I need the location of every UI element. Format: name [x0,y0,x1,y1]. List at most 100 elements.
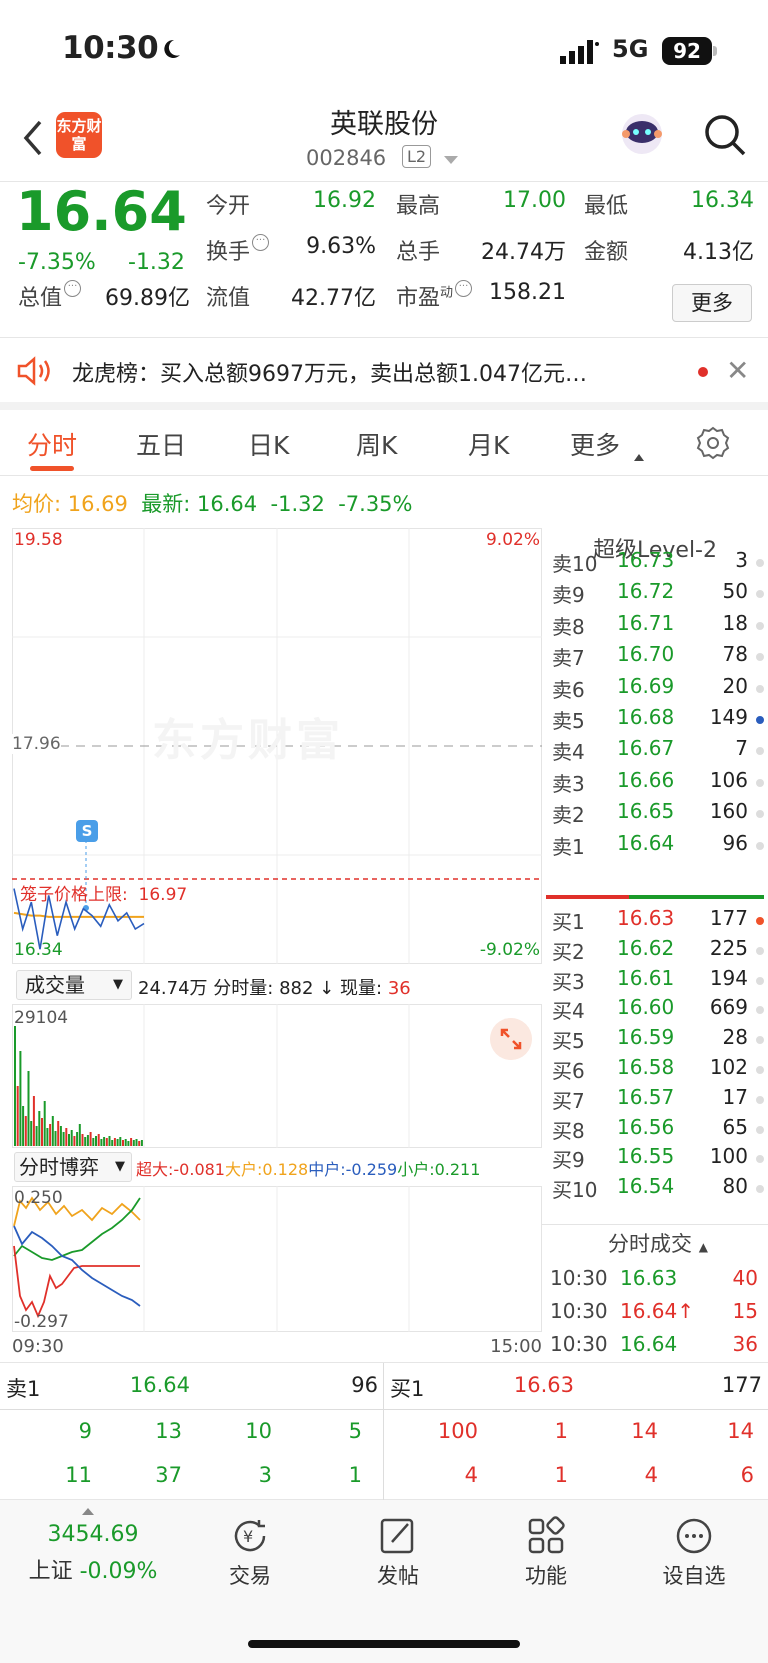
expand-icon[interactable] [490,1018,532,1060]
bid-row[interactable]: 买2 16.62 225 [542,936,768,967]
tab-trade[interactable]: ¥ 交易 [190,1516,310,1590]
bid-row[interactable]: 买7 16.57 17 [542,1085,768,1116]
volume-chart[interactable]: 29104 [12,1004,542,1148]
volume-bar [108,1136,111,1146]
ask-row[interactable]: 卖3 16.66 106 [542,768,768,799]
queue-bid-cell: 14 [631,1419,658,1443]
high-value: 17.00 [503,188,566,213]
intraday-chart[interactable]: 东方财富 19.58 9.02% 17.96 16.34 -9.02% 笼子价格… [12,528,542,964]
volume-bar [43,1101,46,1146]
grid-icon [528,1516,565,1554]
queue-bid-cell: 4 [464,1463,478,1487]
volume-bar [68,1134,70,1146]
ticks-title[interactable]: 分时成交 ▲ [608,1228,708,1258]
ask-row[interactable]: 卖6 16.69 20 [542,674,768,705]
order-queue: 卖1 16.64 96 买1 16.63 177 9 100 13 1 10 14 5 14 1… [0,1362,768,1501]
robot-assistant-icon[interactable] [618,110,666,158]
volume-max-label: 29104 [14,1008,69,1028]
battery-level: 92 [662,37,712,65]
bid-row[interactable]: 买1 16.63 177 [542,906,768,937]
info-icon[interactable]: ··· [455,280,473,297]
battery-cap [713,46,717,56]
tab-monthly-k[interactable]: 月K [468,426,509,462]
search-icon[interactable] [702,112,748,158]
bid-row[interactable]: 买10 16.54 80 [542,1174,768,1205]
low-value: 16.34 [691,188,754,213]
status-bar: 10:30 5G 92 [0,0,768,100]
notice-text[interactable]: 龙虎榜：买入总额9697万元，卖出总额1.047亿元… [72,356,587,388]
ask-row[interactable]: 卖4 16.67 7 [542,736,768,767]
queue-ask-cell: 1 [348,1463,362,1487]
bid-row[interactable]: 买3 16.61 194 [542,966,768,997]
bid-row[interactable]: 买6 16.58 102 [542,1055,768,1086]
ask-row[interactable]: 卖5 16.68 149 [542,705,768,736]
volume-bar [130,1138,133,1146]
volume-bar [111,1140,114,1146]
ask-row[interactable]: 卖1 16.64 96 [542,831,768,862]
volume-bar [16,1086,19,1146]
amount-value: 4.13亿 [683,240,754,265]
ask-row[interactable]: 卖10 16.73 3 [542,548,768,579]
bid-row[interactable]: 买4 16.60 669 [542,995,768,1026]
volume-bar [49,1124,52,1146]
more-button[interactable]: 更多 [672,284,752,322]
bid-row[interactable]: 买8 16.56 65 [542,1115,768,1146]
bid-row[interactable]: 买5 16.59 28 [542,1025,768,1056]
volume-bar [30,1121,33,1146]
avg-info-line: 均价: 16.69 最新: 16.64 -1.32 -7.35% [12,492,413,516]
chart-tabs: 分时 五日 日K 周K 月K 更多 [0,410,768,476]
queue-bid-vol: 177 [721,1373,762,1397]
tab-post[interactable]: 发帖 [338,1516,458,1590]
edit-icon [380,1518,414,1554]
open-label: 今开 [206,194,251,219]
tab-daily-k[interactable]: 日K [248,426,289,462]
tab-add-watchlist[interactable]: 设自选 [634,1516,754,1590]
ask-row[interactable]: 卖7 16.70 78 [542,642,768,673]
ask-row[interactable]: 卖2 16.65 160 [542,799,768,830]
bid-row[interactable]: 买9 16.55 100 [542,1144,768,1175]
volume-selector[interactable]: 成交量 ▼ [16,970,132,1000]
volume-bar [27,1071,30,1146]
unread-dot [698,367,708,377]
info-icon[interactable]: ··· [64,280,82,297]
avg-price: 16.69 [67,492,128,516]
low-label: 最低 [584,194,629,219]
amount-label: 金额 [584,240,629,265]
index-ticker[interactable]: 3454.69 上证 -0.09% [18,1522,168,1585]
s-marker-badge[interactable]: S [76,820,98,842]
queue-ask-cell: 13 [155,1419,182,1443]
game-flow-chart[interactable]: 0.250 -0.297 [12,1186,542,1332]
close-icon[interactable]: ✕ [726,354,749,387]
game-flow-selector[interactable]: 分时博弈 ▼ [14,1152,132,1182]
queue-bid-cell: 6 [740,1463,754,1487]
volume-bar [113,1138,116,1146]
latest-price: 16.64 [197,492,258,516]
tab-weekly-k[interactable]: 周K [356,426,397,462]
chevron-down-icon[interactable] [444,156,458,164]
gear-icon[interactable] [696,426,730,460]
nav-bar: 东方财富 英联股份 002846 L2 [0,100,768,182]
limit-label: 笼子价格上限: 16.97 [20,885,188,905]
level2-panel[interactable]: 超级Level-2 卖10 16.73 3 卖9 16.72 50 卖8 16.71 18 卖7 1… [542,528,768,1358]
volume-bar [89,1132,92,1146]
tab-intraday[interactable]: 分时 [27,426,77,462]
current-price: 16.64 [16,180,187,243]
notice-bar[interactable]: 龙虎榜：买入总额9697万元，卖出总额1.047亿元… ✕ [0,338,768,410]
time-axis: 09:30 15:00 [12,1334,542,1360]
queue-ask-cell: 5 [348,1419,362,1443]
volume-bar [41,1118,43,1146]
info-icon[interactable]: ··· [252,234,270,251]
ask-row[interactable]: 卖8 16.71 18 [542,611,768,642]
tab-five-day[interactable]: 五日 [136,426,186,462]
level-badge[interactable]: L2 [402,145,432,168]
tab-more[interactable]: 更多 [570,426,620,462]
expand-up-icon[interactable] [82,1508,94,1515]
bottom-price-label: 16.34 [14,940,63,960]
svg-text:¥: ¥ [243,1527,253,1546]
stock-code: 002846 [306,146,387,170]
mid-price-label: 17.96 [12,734,61,754]
volume-bar [122,1140,124,1146]
big-line [13,1245,140,1319]
tab-function[interactable]: 功能 [486,1516,606,1590]
ask-row[interactable]: 卖9 16.72 50 [542,579,768,610]
